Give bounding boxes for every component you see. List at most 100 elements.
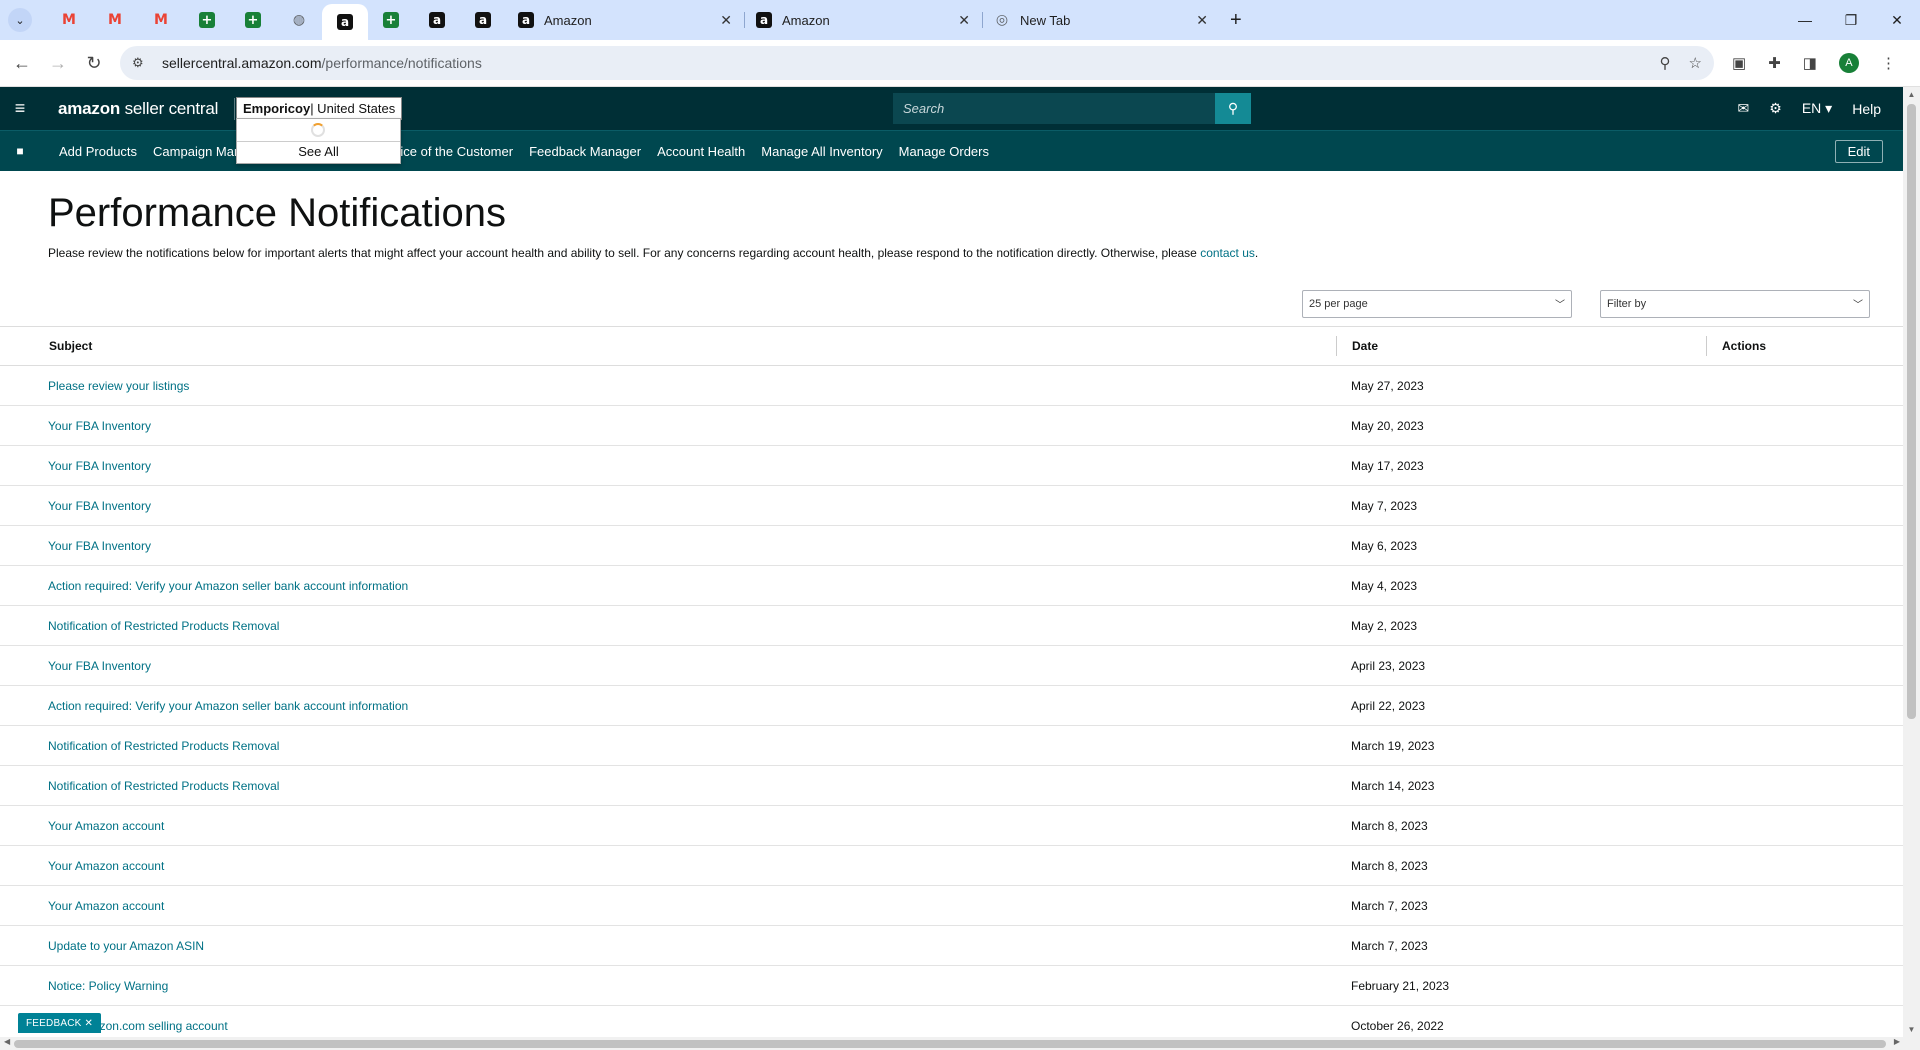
- pinned-tab-amazon[interactable]: a: [322, 4, 368, 40]
- notification-subject-link[interactable]: Your FBA Inventory: [48, 499, 151, 513]
- search-input[interactable]: [893, 93, 1215, 124]
- horizontal-scrollbar[interactable]: ◀ ▶: [0, 1037, 1920, 1050]
- nav-link[interactable]: Manage All Inventory: [761, 144, 882, 159]
- hamburger-menu-icon[interactable]: ≡: [0, 98, 40, 119]
- notification-subject-link[interactable]: Notification of Restricted Products Remo…: [48, 779, 279, 793]
- pinned-tab-amazon[interactable]: a: [414, 0, 460, 40]
- edit-bookmarks-button[interactable]: Edit: [1834, 140, 1883, 163]
- chrome-icon: ◎: [995, 12, 1009, 28]
- address-bar[interactable]: ⚙ sellercentral.amazon.com/performance/n…: [120, 46, 1714, 80]
- filter-value: Filter by: [1607, 298, 1647, 310]
- notification-date: May 4, 2023: [1351, 579, 1418, 593]
- filter-select[interactable]: Filter by ﹀: [1600, 290, 1870, 318]
- close-window-icon[interactable]: ✕: [1874, 0, 1920, 40]
- table-row: Notice: Policy Warning February 21, 2023: [0, 966, 1903, 1006]
- notification-date: April 22, 2023: [1351, 699, 1426, 713]
- account-switcher[interactable]: Emporicoy | United States: [236, 97, 403, 120]
- browser-menu-icon[interactable]: ⋮: [1881, 54, 1896, 72]
- pinned-tab-sheets[interactable]: +: [184, 0, 230, 40]
- table-row: Notification of Restricted Products Remo…: [0, 766, 1903, 806]
- language-selector[interactable]: EN ▾: [1802, 100, 1832, 117]
- browser-tab[interactable]: a Amazon ✕: [506, 0, 744, 40]
- account-region: | United States: [310, 101, 396, 116]
- per-page-select[interactable]: 25 per page ﹀: [1302, 290, 1572, 318]
- see-all-link[interactable]: See All: [237, 144, 400, 159]
- notification-subject-link[interactable]: Your Amazon account: [48, 819, 164, 833]
- column-header-subject[interactable]: Subject: [49, 339, 92, 353]
- restore-icon[interactable]: ❐: [1828, 0, 1874, 40]
- notification-date: March 8, 2023: [1351, 819, 1428, 833]
- notification-subject-link[interactable]: Notice: Policy Warning: [48, 979, 168, 993]
- messages-envelope-icon[interactable]: ✉: [1738, 100, 1750, 117]
- reload-icon[interactable]: ↻: [76, 45, 112, 81]
- column-header-date[interactable]: Date: [1352, 339, 1378, 353]
- scroll-left-arrow-icon[interactable]: ◀: [4, 1037, 10, 1046]
- profile-avatar[interactable]: A: [1838, 53, 1859, 73]
- nav-link[interactable]: Feedback Manager: [529, 144, 641, 159]
- notification-subject-link[interactable]: Update to your Amazon ASIN: [48, 939, 204, 953]
- site-settings-icon[interactable]: ⚙: [132, 55, 154, 71]
- scroll-up-arrow-icon[interactable]: ▲: [1903, 90, 1920, 99]
- extensions-puzzle-icon[interactable]: ✚: [1768, 54, 1781, 72]
- search-button[interactable]: ⚲: [1215, 93, 1251, 124]
- table-header: Subject Date Actions: [0, 327, 1903, 366]
- notification-subject-link[interactable]: Your FBA Inventory: [48, 459, 151, 473]
- sheets-icon: +: [245, 12, 261, 28]
- notification-subject-link[interactable]: Your Amazon account: [48, 859, 164, 873]
- feedback-button[interactable]: FEEDBACK ✕: [18, 1013, 102, 1033]
- new-tab-plus-icon[interactable]: +: [1230, 9, 1242, 32]
- tab-title: New Tab: [1020, 12, 1071, 28]
- notification-date: March 7, 2023: [1351, 939, 1428, 953]
- nav-link[interactable]: Account Health: [657, 144, 745, 159]
- notification-subject-link[interactable]: Please review your listings: [48, 379, 189, 393]
- nav-link[interactable]: Voice of the Customer: [385, 144, 513, 159]
- notification-subject-link[interactable]: Your FBA Inventory: [48, 419, 151, 433]
- pinned-tab-gmail[interactable]: M: [92, 0, 138, 40]
- extension-off-icon[interactable]: ▣: [1732, 54, 1746, 72]
- close-tab-icon[interactable]: ✕: [958, 12, 970, 29]
- amazon-icon: a: [518, 12, 534, 28]
- notification-date: February 21, 2023: [1351, 979, 1450, 993]
- zoom-icon[interactable]: ⚲: [1660, 54, 1671, 72]
- globe-icon: ◍: [292, 12, 306, 28]
- notification-subject-link[interactable]: Action required: Verify your Amazon sell…: [48, 699, 408, 713]
- pinned-tab-globe[interactable]: ◍: [276, 0, 322, 40]
- scroll-right-arrow-icon[interactable]: ▶: [1894, 1037, 1900, 1046]
- notification-subject-link[interactable]: Action required: Verify your Amazon sell…: [48, 579, 408, 593]
- settings-gear-icon[interactable]: ⚙: [1769, 100, 1782, 117]
- pinned-tab-sheets[interactable]: +: [230, 0, 276, 40]
- tab-search-chevron-icon[interactable]: ⌄: [8, 8, 32, 32]
- browser-tab[interactable]: ◎ New Tab ✕: [982, 0, 1220, 40]
- notification-subject-link[interactable]: Your FBA Inventory: [48, 539, 151, 553]
- horizontal-scroll-thumb[interactable]: [14, 1040, 1886, 1048]
- close-tab-icon[interactable]: ✕: [1196, 12, 1208, 29]
- bookmark-star-icon[interactable]: ☆: [1689, 54, 1702, 72]
- back-arrow-icon[interactable]: ←: [4, 45, 40, 81]
- intro-end: .: [1254, 246, 1259, 260]
- amazon-icon: a: [337, 14, 353, 30]
- help-link[interactable]: Help: [1852, 101, 1881, 117]
- notification-subject-link[interactable]: Notification of Restricted Products Remo…: [48, 619, 279, 633]
- nav-link[interactable]: Manage Orders: [899, 144, 989, 159]
- pinned-tab-sheets[interactable]: +: [368, 0, 414, 40]
- nav-link[interactable]: Add Products: [59, 144, 137, 159]
- vertical-scroll-thumb[interactable]: [1907, 104, 1916, 719]
- minimize-icon[interactable]: —: [1782, 0, 1828, 40]
- contact-us-link[interactable]: contact us: [1200, 246, 1255, 260]
- bookmark-icon[interactable]: ■: [0, 144, 40, 158]
- seller-central-logo[interactable]: amazon seller central: [58, 99, 218, 119]
- scroll-down-arrow-icon[interactable]: ▼: [1903, 1025, 1920, 1034]
- pinned-tab-amazon[interactable]: a: [460, 0, 506, 40]
- intro-text: Please review the notifications below fo…: [48, 246, 1258, 260]
- pinned-tab-gmail[interactable]: M: [138, 0, 184, 40]
- notification-date: March 7, 2023: [1351, 899, 1428, 913]
- vertical-scrollbar[interactable]: ▲ ▼: [1903, 87, 1920, 1037]
- notification-subject-link[interactable]: Your FBA Inventory: [48, 659, 151, 673]
- close-tab-icon[interactable]: ✕: [720, 12, 732, 29]
- side-panel-icon[interactable]: ◨: [1803, 54, 1817, 72]
- pinned-tab-gmail[interactable]: M: [46, 0, 92, 40]
- browser-tab[interactable]: a Amazon ✕: [744, 0, 982, 40]
- notification-subject-link[interactable]: Notification of Restricted Products Remo…: [48, 739, 279, 753]
- forward-arrow-icon[interactable]: →: [40, 45, 76, 81]
- notification-subject-link[interactable]: Your Amazon account: [48, 899, 164, 913]
